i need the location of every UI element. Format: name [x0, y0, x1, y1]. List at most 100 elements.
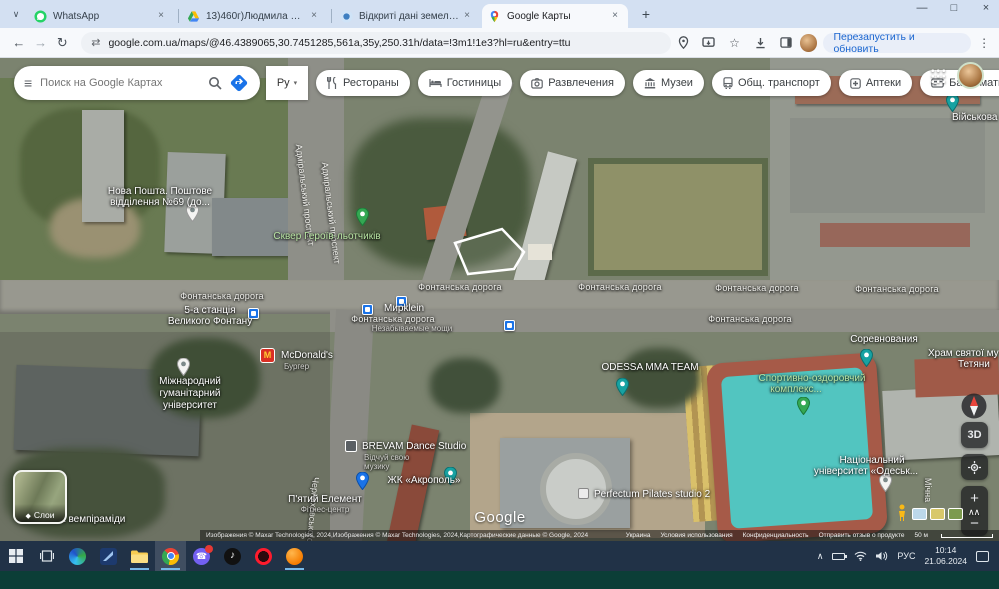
battery-icon[interactable]: [832, 553, 845, 560]
chrome-app-icon[interactable]: [155, 541, 186, 571]
poi-label-university[interactable]: Міжнародний: [159, 376, 221, 387]
attribution-link-country[interactable]: Украина: [626, 532, 651, 539]
poi-label-mcdonalds[interactable]: McDonald's: [281, 350, 333, 361]
new-tab-button[interactable]: +: [636, 4, 656, 24]
location-icon[interactable]: [671, 36, 695, 49]
poi-label-element[interactable]: П'ятий Елемент: [288, 494, 362, 505]
forward-button[interactable]: →: [30, 35, 52, 50]
poi-label-station5[interactable]: 5-а станція: [184, 305, 235, 316]
window-minimize-button[interactable]: —: [915, 2, 929, 14]
attribution-link-feedback[interactable]: Отправить отзыв о продукте: [819, 532, 905, 539]
wifi-icon[interactable]: [854, 551, 867, 561]
volume-icon[interactable]: [876, 551, 888, 561]
maps-profile-avatar[interactable]: [957, 62, 984, 89]
transit-stop-icon[interactable]: [504, 320, 515, 331]
poi-label-brevam[interactable]: BREVAM Dance Studio: [362, 441, 466, 452]
start-button[interactable]: [0, 541, 31, 571]
poi-pin-teal[interactable]: [946, 94, 959, 112]
park-pin[interactable]: [356, 208, 369, 226]
chip-transit[interactable]: Общ. транспорт: [712, 70, 831, 96]
poi-label-akropol[interactable]: ЖК «Акрополь»: [388, 475, 461, 486]
tab-close-icon[interactable]: ×: [460, 9, 474, 23]
navy-app-icon[interactable]: [93, 541, 124, 571]
caret-down-icon[interactable]: ▾: [294, 79, 298, 87]
attribution-link-terms[interactable]: Условия использования: [660, 532, 732, 539]
address-bar[interactable]: ⇄ google.com.ua/maps/@46.4389065,30.7451…: [81, 32, 671, 54]
fitness-pin-blue[interactable]: [356, 472, 369, 490]
edge-app-icon[interactable]: [62, 541, 93, 571]
chip-museums[interactable]: Музеи: [633, 70, 704, 96]
reload-button[interactable]: ↻: [52, 35, 74, 51]
viber-app-icon[interactable]: ☎: [186, 541, 217, 571]
chip-pharmacies[interactable]: Аптеки: [839, 70, 912, 96]
compass-control[interactable]: [960, 392, 988, 420]
poi-label-khram[interactable]: Тетяни: [958, 359, 990, 370]
poi-label-viyskova[interactable]: Військова: [952, 112, 998, 123]
search-icon[interactable]: [208, 76, 222, 90]
site-info-icon[interactable]: ⇄: [91, 36, 100, 49]
poi-label-mma[interactable]: ODESSA MMA TEAM: [601, 362, 698, 373]
imagery-thumb[interactable]: [948, 508, 963, 520]
poi-label-nova-poshta[interactable]: Нова Пошта. Поштове: [108, 186, 212, 197]
restart-update-button[interactable]: Перезапустить и обновить: [823, 33, 971, 53]
tab-google-maps-active[interactable]: Google Карты ×: [482, 4, 628, 28]
poi-label-khram[interactable]: Храм святої му: [928, 348, 999, 359]
imagery-thumb[interactable]: [930, 508, 945, 520]
directions-icon[interactable]: [228, 72, 250, 94]
poi-label-university[interactable]: гуманітарний: [159, 388, 220, 399]
window-maximize-button[interactable]: □: [947, 2, 961, 14]
poi-label-skver[interactable]: Сквер Героїв-льотчиків: [273, 231, 380, 242]
poi-label-sport-complex[interactable]: комплекс...: [770, 384, 822, 395]
poi-label-national-university[interactable]: університет «Одеськ...: [814, 466, 918, 477]
poi-label-sport-complex[interactable]: Спортивно-оздоровчий: [758, 373, 865, 384]
poi-label-national-university[interactable]: Національний: [839, 455, 904, 466]
back-button[interactable]: ←: [8, 35, 30, 50]
side-panel-icon[interactable]: [774, 37, 798, 48]
tab-whatsapp[interactable]: WhatsApp ×: [28, 4, 174, 28]
tab-drive-document[interactable]: 13)460г)Людмила Николаевн ×: [181, 4, 327, 28]
file-explorer-icon[interactable]: [124, 541, 155, 571]
tiktok-app-icon[interactable]: ♪: [217, 541, 248, 571]
chip-restaurants[interactable]: Рестораны: [316, 70, 410, 96]
tab-close-icon[interactable]: ×: [154, 9, 168, 23]
mcdonalds-icon[interactable]: M: [260, 348, 275, 363]
poi-label-sorevnovaniya[interactable]: Соревнования: [850, 334, 918, 345]
action-center-icon[interactable]: [976, 551, 989, 562]
pegman-icon[interactable]: [896, 504, 908, 522]
install-app-icon[interactable]: [697, 37, 721, 48]
poi-label-perfectum[interactable]: Perfectum Pilates studio 2: [594, 489, 710, 500]
poi-label-university[interactable]: університет: [163, 400, 217, 411]
window-close-button[interactable]: ×: [979, 2, 993, 14]
poi-label-mirklein[interactable]: Мирklein: [384, 303, 424, 314]
taskbar-clock[interactable]: 10:14 21.06.2024: [924, 545, 967, 566]
orange-app-icon[interactable]: [279, 541, 310, 571]
tab-land-cadastre[interactable]: Відкриті дані земельного кад ×: [334, 4, 480, 28]
browser-menu-icon[interactable]: ⋮: [977, 36, 991, 50]
tray-expand-chevron-icon[interactable]: ∧: [817, 551, 824, 562]
park-pin[interactable]: [797, 397, 810, 415]
maps-search-bar[interactable]: ≡: [14, 66, 260, 100]
imagery-thumb[interactable]: [912, 508, 927, 520]
translate-widget[interactable]: Ру ▾: [266, 66, 308, 100]
imagery-thumbnails[interactable]: [912, 508, 963, 520]
bookmark-star-icon[interactable]: ☆: [723, 36, 747, 50]
chip-hotels[interactable]: Гостиницы: [418, 70, 512, 96]
tab-close-icon[interactable]: ×: [307, 9, 321, 23]
poi-label-station5[interactable]: Великого Фонтану: [168, 316, 252, 327]
search-input[interactable]: [40, 77, 208, 89]
poi-pin-white[interactable]: [177, 358, 190, 376]
menu-hamburger-icon[interactable]: ≡: [24, 75, 32, 91]
poi-pin-teal[interactable]: [860, 349, 873, 367]
3d-toggle-button[interactable]: 3D: [961, 422, 988, 448]
task-view-button[interactable]: [31, 541, 62, 571]
browser-profile-avatar[interactable]: [800, 34, 818, 52]
collapse-chevron-icon[interactable]: ∧∧: [968, 507, 979, 518]
poi-label-nova-poshta[interactable]: відділення №69 (до...: [110, 197, 210, 208]
chip-entertainment[interactable]: Развлечения: [520, 70, 625, 96]
opera-app-icon[interactable]: [248, 541, 279, 571]
keyboard-language-indicator[interactable]: РУС: [897, 551, 915, 561]
map-canvas[interactable]: M Фонтанська дорога Фонтанська дорога Фо…: [0, 58, 999, 541]
tab-close-icon[interactable]: ×: [608, 9, 622, 23]
downloads-icon[interactable]: [748, 37, 772, 49]
google-apps-grid-icon[interactable]: [930, 68, 945, 83]
